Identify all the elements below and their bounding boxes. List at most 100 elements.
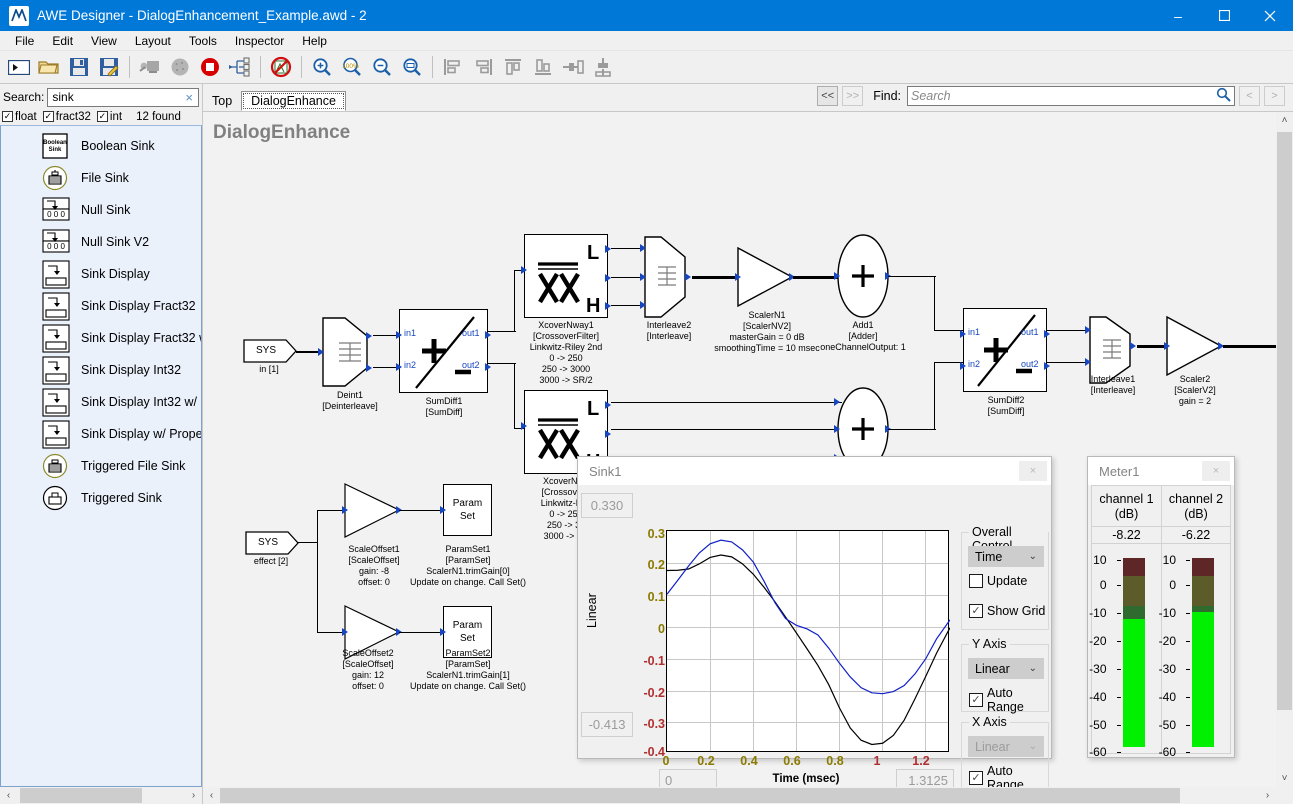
menu-help[interactable]: Help bbox=[293, 32, 336, 50]
maximize-button[interactable] bbox=[1201, 0, 1247, 31]
vscroll-thumb[interactable] bbox=[1277, 132, 1292, 710]
port-so2-in[interactable] bbox=[342, 628, 348, 636]
y-auto-range-checkbox[interactable] bbox=[969, 693, 983, 707]
port-scalern1-in[interactable] bbox=[735, 273, 741, 281]
port-so1-in[interactable] bbox=[342, 506, 348, 514]
filter-fract32-checkbox[interactable] bbox=[42, 111, 54, 122]
list-item[interactable]: Triggered File Sink bbox=[1, 450, 201, 482]
x-min-value-box[interactable]: 0 bbox=[659, 769, 717, 787]
menu-inspector[interactable]: Inspector bbox=[226, 32, 293, 50]
scroll-down-arrow[interactable]: ˅ bbox=[1276, 770, 1293, 787]
show-grid-checkbox-row[interactable]: Show Grid bbox=[969, 604, 1045, 618]
list-item[interactable]: 0 0 0 Null Sink V2 bbox=[1, 226, 201, 258]
save-icon[interactable] bbox=[64, 53, 94, 82]
zoom-fit-icon[interactable] bbox=[397, 53, 427, 82]
hscroll-trough[interactable] bbox=[17, 787, 185, 804]
filter-int[interactable]: int bbox=[96, 111, 122, 123]
port-sumdiff1-in2[interactable] bbox=[396, 363, 402, 371]
port-xover2-out-m[interactable] bbox=[605, 430, 611, 438]
open-folder-icon[interactable] bbox=[34, 53, 64, 82]
filter-float[interactable]: float bbox=[2, 111, 37, 123]
list-item[interactable]: Sink Display w/ Proper bbox=[1, 418, 201, 450]
menu-view[interactable]: View bbox=[82, 32, 126, 50]
menu-edit[interactable]: Edit bbox=[43, 32, 82, 50]
port-add2-in1[interactable] bbox=[834, 398, 840, 406]
list-item[interactable]: Sink Display Int32 w/ I bbox=[1, 386, 201, 418]
align-left-icon[interactable] bbox=[438, 53, 468, 82]
scroll-left-arrow[interactable]: ‹ bbox=[203, 787, 220, 804]
find-prev-button[interactable]: < bbox=[1239, 86, 1260, 106]
port-xover2-in[interactable] bbox=[521, 422, 527, 430]
search-input[interactable]: sink × bbox=[47, 87, 199, 107]
distribute-vertical-icon[interactable] bbox=[588, 53, 618, 82]
list-item[interactable]: File Sink bbox=[1, 162, 201, 194]
x-auto-range-row[interactable]: Auto Range bbox=[969, 764, 1048, 787]
find-expand-button[interactable]: >> bbox=[842, 86, 864, 106]
list-item[interactable]: Sink Display Fract32 w bbox=[1, 322, 201, 354]
minimize-button[interactable]: – bbox=[1155, 0, 1201, 31]
list-item[interactable]: Boolean Sink Boolean Sink bbox=[1, 130, 201, 162]
align-bottom-icon[interactable] bbox=[528, 53, 558, 82]
port-il2-in3[interactable] bbox=[640, 301, 646, 309]
close-button[interactable] bbox=[1247, 0, 1293, 31]
port-add2-in2[interactable] bbox=[834, 425, 840, 433]
sink-window-titlebar[interactable]: Sink1 × bbox=[578, 457, 1051, 485]
port-deint1-out2[interactable] bbox=[366, 364, 372, 372]
scroll-up-arrow[interactable]: ˄ bbox=[1276, 112, 1293, 129]
list-item[interactable]: Sink Display Int32 bbox=[1, 354, 201, 386]
scroll-right-arrow[interactable]: › bbox=[1259, 787, 1276, 804]
record-gray-icon[interactable] bbox=[165, 53, 195, 82]
x-axis-scale-dropdown[interactable]: Linear ⌄ bbox=[968, 736, 1044, 757]
port-scaler2-in[interactable] bbox=[1164, 342, 1170, 350]
port-il1-in1[interactable] bbox=[1085, 326, 1091, 334]
plot-area[interactable] bbox=[666, 530, 950, 752]
menu-layout[interactable]: Layout bbox=[126, 32, 180, 50]
block-scaleoffset1[interactable] bbox=[342, 482, 405, 543]
block-add1[interactable] bbox=[834, 234, 891, 321]
port-sumdiff2-in2[interactable] bbox=[960, 362, 966, 370]
zoom-out-icon[interactable] bbox=[367, 53, 397, 82]
canvas-vscrollbar[interactable]: ˄ ˅ bbox=[1276, 112, 1293, 787]
show-grid-checkbox[interactable] bbox=[969, 604, 983, 618]
block-deint1[interactable] bbox=[318, 317, 379, 390]
y-max-value-box[interactable]: 0.330 bbox=[581, 493, 633, 518]
port-add1-in[interactable] bbox=[834, 272, 840, 280]
list-item[interactable]: Sink Display bbox=[1, 258, 201, 290]
filter-fract32[interactable]: fract32 bbox=[42, 111, 91, 123]
tab-dialogenhance[interactable]: DialogEnhance bbox=[241, 91, 346, 111]
port-il2-out[interactable] bbox=[685, 273, 691, 281]
hscroll-thumb[interactable] bbox=[20, 788, 142, 803]
port-sumdiff2-in1[interactable] bbox=[960, 330, 966, 338]
find-collapse-button[interactable]: << bbox=[817, 86, 839, 106]
module-list[interactable]: Boolean Sink Boolean Sink File Sink 0 0 0… bbox=[0, 125, 202, 787]
x-auto-range-checkbox[interactable] bbox=[969, 771, 983, 785]
build-target-icon[interactable] bbox=[135, 53, 165, 82]
find-next-button[interactable]: > bbox=[1264, 86, 1285, 106]
layout-tree-icon[interactable] bbox=[225, 53, 255, 82]
sink-display-window[interactable]: Sink1 × 0.330 -0.413 Linear 0.3 0.2 0.1 bbox=[577, 456, 1052, 787]
block-scalern1[interactable] bbox=[735, 246, 798, 313]
y-auto-range-row[interactable]: Auto Range bbox=[969, 686, 1048, 714]
update-checkbox-row[interactable]: Update bbox=[969, 574, 1027, 588]
meter-window-titlebar[interactable]: Meter1 × bbox=[1088, 457, 1234, 485]
port-xover1-in[interactable] bbox=[521, 266, 527, 274]
sink-window-close-button[interactable]: × bbox=[1019, 461, 1047, 481]
list-item[interactable]: Triggered Sink bbox=[1, 482, 201, 514]
list-item[interactable]: 0 0 0 Null Sink bbox=[1, 194, 201, 226]
zoom-100-icon[interactable]: 100% bbox=[337, 53, 367, 82]
port-ps2-in[interactable] bbox=[440, 628, 446, 636]
y-min-value-box[interactable]: -0.413 bbox=[581, 712, 633, 737]
port-il2-in1[interactable] bbox=[640, 244, 646, 252]
port-il1-out[interactable] bbox=[1130, 342, 1136, 350]
x-max-value-box[interactable]: 1.3125 bbox=[896, 769, 954, 787]
stop-record-icon[interactable] bbox=[195, 53, 225, 82]
scroll-left-arrow[interactable]: ‹ bbox=[0, 787, 17, 804]
menu-file[interactable]: File bbox=[6, 32, 43, 50]
hscroll-trough[interactable] bbox=[220, 787, 1259, 804]
port-sumdiff1-in1[interactable] bbox=[396, 331, 402, 339]
run-icon[interactable] bbox=[4, 53, 34, 82]
clear-search-icon[interactable]: × bbox=[182, 91, 196, 104]
align-right-icon[interactable] bbox=[468, 53, 498, 82]
zoom-in-icon[interactable] bbox=[307, 53, 337, 82]
block-diagram-canvas[interactable]: DialogEnhance SYS in [1] Deint1 [Deinter… bbox=[203, 112, 1276, 787]
